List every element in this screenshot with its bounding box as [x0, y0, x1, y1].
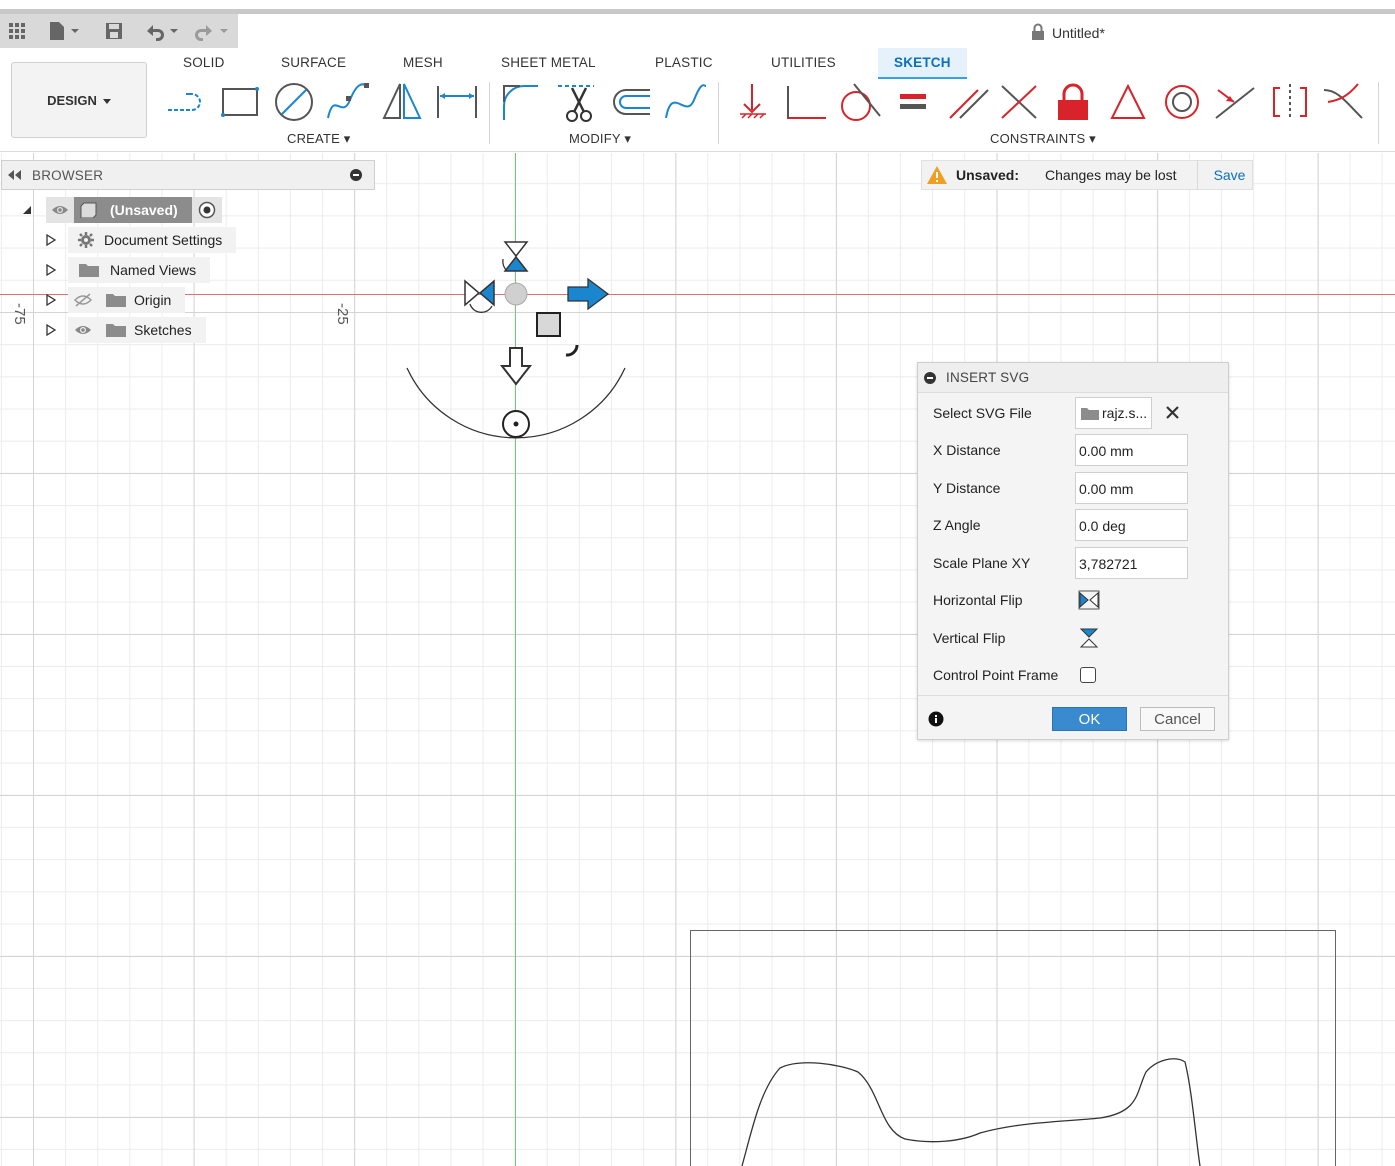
ok-button[interactable]: OK	[1052, 707, 1127, 731]
horizontal-flip-icon[interactable]	[1078, 590, 1100, 610]
browser-item-sketches[interactable]: Sketches	[46, 317, 206, 343]
select-svg-file-button[interactable]: rajz.s...	[1075, 397, 1152, 429]
browser-root-selected[interactable]: (Unsaved)	[74, 197, 192, 223]
browser-item-label: Origin	[134, 292, 172, 308]
expand-triangle-icon[interactable]	[46, 294, 68, 306]
activate-radio-icon[interactable]	[192, 201, 222, 219]
component-icon	[80, 202, 98, 218]
x-distance-label: X Distance	[933, 442, 1001, 458]
z-angle-row: Z Angle 0.0 deg	[918, 508, 1228, 542]
origin-point-icon[interactable]	[504, 282, 528, 306]
vertical-flip-icon[interactable]	[1078, 627, 1100, 649]
svg-bounding-frame	[690, 930, 1336, 1166]
browser-root-item[interactable]: (Unsaved)	[22, 197, 222, 223]
folder-icon	[1080, 406, 1100, 421]
dialog-header: INSERT SVG	[918, 363, 1228, 393]
dialog-collapse-icon[interactable]	[924, 371, 936, 384]
scale-plane-xy-label: Scale Plane XY	[933, 555, 1031, 571]
x-distance-input[interactable]: 0.00 mm	[1075, 434, 1188, 466]
y-distance-row: Y Distance 0.00 mm	[918, 471, 1228, 505]
x-distance-row: X Distance 0.00 mm	[918, 433, 1228, 467]
minimize-panel-icon[interactable]	[350, 169, 362, 181]
warning-icon	[926, 165, 948, 185]
expand-triangle-icon[interactable]	[22, 205, 46, 215]
horizontal-flip-handle-icon[interactable]	[464, 279, 495, 313]
control-point-frame-checkbox[interactable]	[1080, 667, 1096, 683]
unsaved-label: Unsaved:	[956, 167, 1020, 183]
unsaved-notice: Unsaved: Changes may be lost Save	[921, 160, 1253, 190]
selected-file-name: rajz.s...	[1102, 405, 1148, 421]
info-icon[interactable]	[928, 711, 944, 727]
expand-triangle-icon[interactable]	[46, 324, 68, 336]
x-move-arrow-icon[interactable]	[567, 277, 610, 311]
dialog-title: INSERT SVG	[946, 370, 1030, 385]
y-distance-input[interactable]: 0.00 mm	[1075, 472, 1188, 504]
z-angle-input[interactable]: 0.0 deg	[1075, 509, 1188, 541]
y-move-arrow-icon[interactable]	[499, 347, 533, 386]
vertical-flip-row: Vertical Flip	[918, 621, 1228, 655]
cancel-button[interactable]: Cancel	[1140, 707, 1215, 731]
horizontal-flip-row: Horizontal Flip	[918, 583, 1228, 617]
horizontal-flip-label: Horizontal Flip	[933, 592, 1023, 608]
insert-svg-dialog: INSERT SVG Select SVG File rajz.s... X D…	[917, 362, 1229, 740]
control-point-frame-label: Control Point Frame	[933, 667, 1059, 683]
browser-header: BROWSER	[1, 160, 375, 190]
vertical-flip-handle-icon[interactable]	[502, 241, 529, 272]
browser-item-document-settings[interactable]: Document Settings	[46, 227, 237, 253]
browser-item-label: Named Views	[110, 262, 197, 278]
browser-item-label: Document Settings	[104, 232, 223, 248]
save-link[interactable]: Save	[1214, 167, 1246, 183]
expand-triangle-icon[interactable]	[46, 234, 68, 246]
vertical-flip-label: Vertical Flip	[933, 630, 1006, 646]
unsaved-message: Changes may be lost	[1045, 167, 1177, 183]
notice-divider	[1196, 160, 1198, 190]
visibility-eye-icon[interactable]	[68, 324, 98, 336]
z-angle-label: Z Angle	[933, 517, 981, 533]
gear-icon	[68, 232, 104, 248]
select-svg-file-label: Select SVG File	[933, 405, 1032, 421]
planar-move-handle-icon[interactable]	[536, 312, 561, 337]
browser-item-origin[interactable]: Origin	[46, 287, 186, 313]
control-point-frame-row: Control Point Frame	[918, 658, 1228, 692]
browser-title: BROWSER	[32, 167, 104, 183]
rotation-handle-icon[interactable]	[502, 410, 530, 438]
folder-icon	[68, 262, 110, 278]
scale-plane-xy-input[interactable]: 3,782721	[1075, 547, 1188, 579]
folder-icon	[98, 322, 134, 338]
browser-item-label: Sketches	[134, 322, 192, 338]
expand-triangle-icon[interactable]	[46, 264, 68, 276]
browser-item-named-views[interactable]: Named Views	[46, 257, 211, 283]
visibility-eye-icon[interactable]	[46, 204, 74, 216]
dialog-footer: OK Cancel	[918, 695, 1228, 739]
clear-file-close-icon[interactable]	[1166, 406, 1179, 419]
folder-icon	[98, 292, 134, 308]
y-distance-label: Y Distance	[933, 480, 1001, 496]
scale-plane-xy-row: Scale Plane XY 3,782721	[918, 546, 1228, 580]
hidden-eye-icon[interactable]	[68, 293, 98, 307]
root-item-label: (Unsaved)	[110, 202, 178, 218]
select-svg-file-row: Select SVG File rajz.s...	[918, 396, 1228, 430]
scale-handle-icon[interactable]	[565, 344, 579, 357]
collapse-panel-icon[interactable]	[8, 170, 22, 180]
